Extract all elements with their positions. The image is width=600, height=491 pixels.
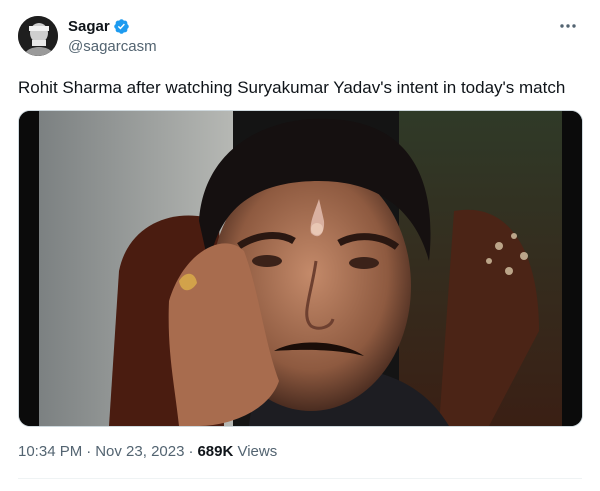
handle[interactable]: @sagarcasm (68, 38, 157, 55)
tweet-media-image[interactable] (18, 110, 583, 427)
tweet-time[interactable]: 10:34 PM (18, 443, 82, 460)
display-name[interactable]: Sagar (68, 18, 110, 35)
meta-separator: · (86, 443, 92, 460)
avatar[interactable] (18, 16, 58, 56)
meta-separator-2: · (188, 443, 194, 460)
views-label: Views (237, 443, 278, 460)
tweet-text: Rohit Sharma after watching Suryakumar Y… (18, 78, 566, 97)
tweet-date[interactable]: Nov 23, 2023 (95, 443, 184, 460)
more-options-icon (560, 24, 576, 28)
verified-badge-icon[interactable] (113, 18, 130, 35)
name-row: Sagar (68, 16, 157, 36)
more-options-button[interactable] (556, 18, 580, 34)
tweet-card: Sagar @sagarcasm Rohit Sharma after watc… (0, 0, 600, 491)
author-block: Sagar @sagarcasm (68, 16, 157, 56)
meme-photo (19, 111, 582, 426)
divider (18, 478, 582, 479)
views-count: 689K (197, 443, 234, 460)
avatar-image (18, 16, 58, 56)
tweet-meta: 10:34 PM · Nov 23, 2023 · 689K Views (18, 443, 277, 460)
